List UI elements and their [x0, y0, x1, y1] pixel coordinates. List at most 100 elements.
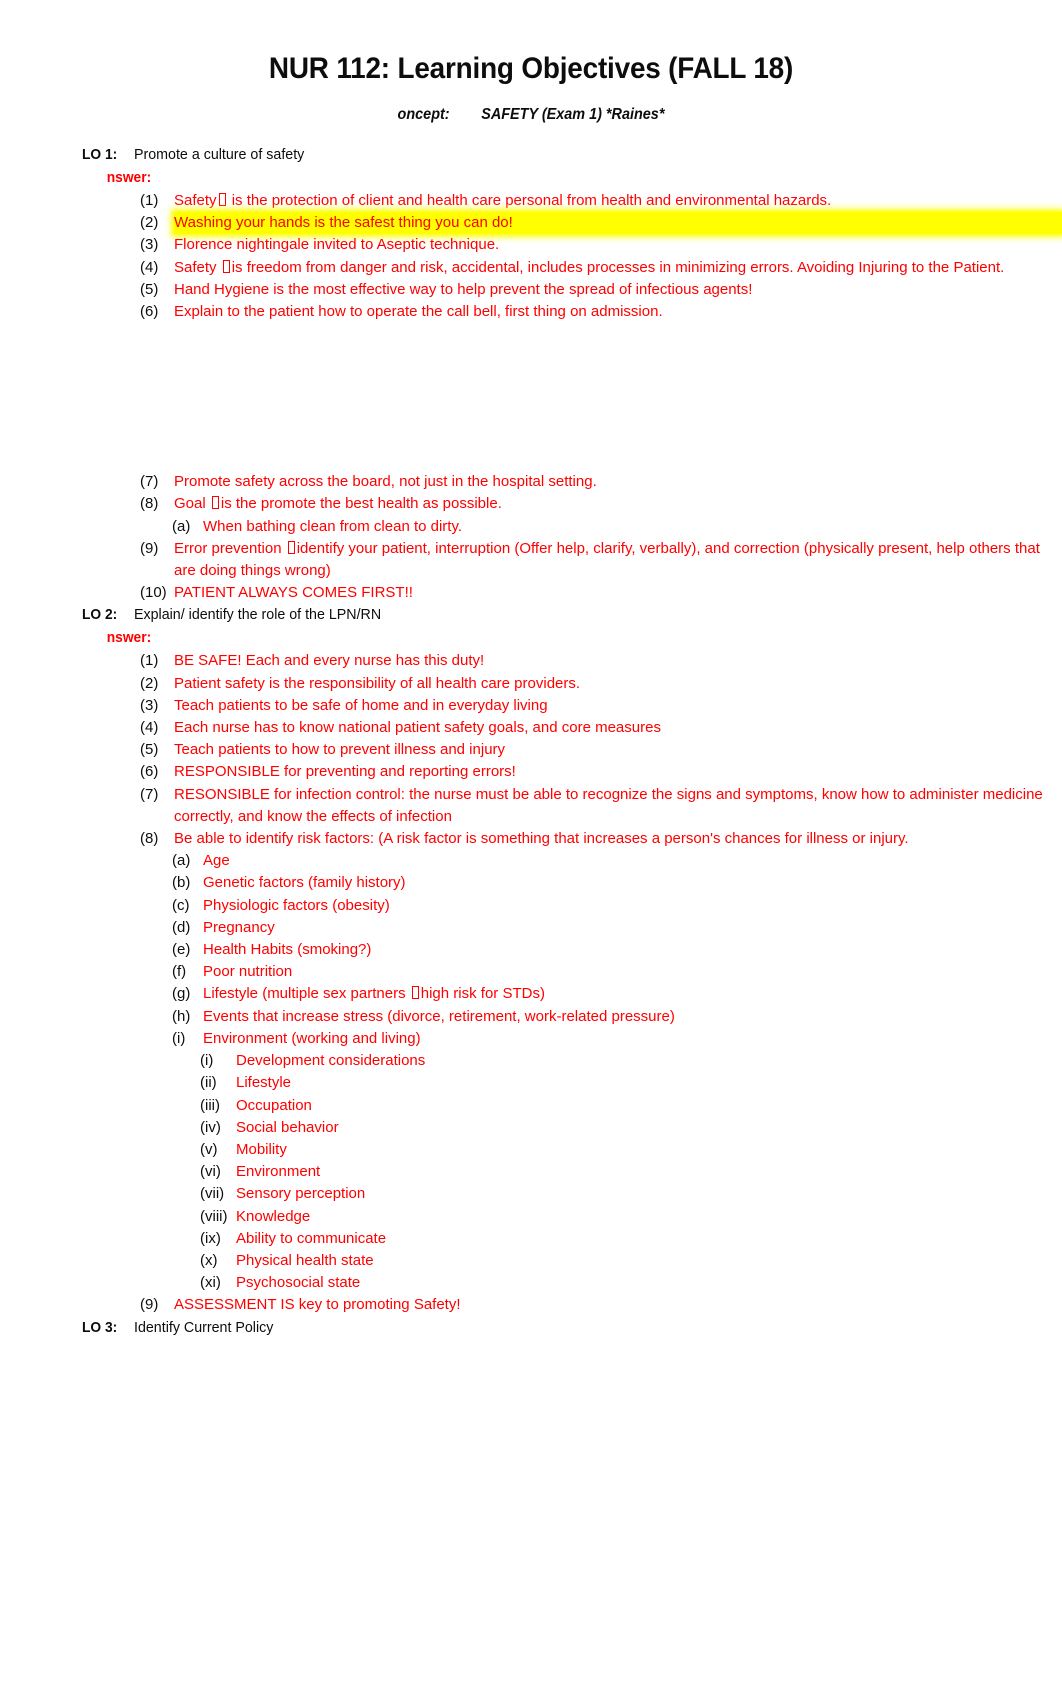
list-item: (vii) Sensory perception: [0, 1183, 1062, 1205]
list-marker: (g): [172, 985, 191, 1003]
list-item: (viii) Knowledge: [0, 1206, 1062, 1228]
list-marker: (v): [200, 1140, 218, 1158]
list-item-text: Each nurse has to know national patient …: [174, 719, 661, 737]
list-marker: (8): [140, 830, 159, 848]
objective-tag: LO 3:: [82, 1318, 118, 1336]
list-item-text: Physiologic factors (obesity): [203, 896, 390, 914]
list-marker: (f): [172, 963, 187, 981]
list-item-text: Patient safety is the responsibility of …: [174, 674, 581, 692]
list-marker: (viii): [200, 1207, 228, 1225]
list-marker: (10): [140, 584, 167, 602]
objective-heading-lo1: LO 1: Promote a culture of safety: [0, 144, 1062, 166]
answer-label-lo1: nswer:: [106, 169, 152, 186]
list-item-text: Environment (working and living): [203, 1029, 421, 1047]
list-item: (b) Genetic factors (family history): [0, 872, 1062, 894]
list-item-text: Safety is freedom from danger and risk, …: [174, 258, 1005, 276]
list-marker: (2): [140, 674, 159, 692]
list-item: (5) Hand Hygiene is the most effective wa…: [0, 279, 1062, 301]
list-item: (2) Patient safety is the responsibility …: [0, 673, 1062, 695]
list-marker: (4): [140, 719, 159, 737]
list-marker: (6): [140, 303, 159, 321]
concept-value: SAFETY (Exam 1) *Raines*: [481, 106, 665, 123]
list-marker: (9): [140, 1296, 159, 1314]
list-item: (i) Development considerations: [0, 1050, 1062, 1072]
missing-glyph-icon: [287, 540, 295, 554]
list-marker: (e): [172, 941, 191, 959]
list-marker: (ii): [200, 1074, 217, 1092]
list-item: (vi) Environment: [0, 1161, 1062, 1183]
list-item-text: Physical health state: [236, 1251, 374, 1269]
list-item: (iii) Occupation: [0, 1095, 1062, 1117]
list-item: (ix) Ability to communicate: [0, 1228, 1062, 1250]
list-marker: (7): [140, 473, 159, 491]
list-item-text: Pregnancy: [203, 918, 275, 936]
list-item-text: Environment: [236, 1163, 321, 1181]
list-marker: (ix): [200, 1229, 221, 1247]
missing-glyph-icon: [411, 986, 419, 1000]
list-item: (9) ASSESSMENT IS key to promoting Safety…: [0, 1294, 1062, 1316]
list-item-text: Teach patients to be safe of home and in…: [174, 696, 548, 714]
list-item-text: Be able to identify risk factors: (A ris…: [174, 830, 909, 848]
list-item: (1) Safety is the protection of client an…: [0, 190, 1062, 212]
list-item: (x) Physical health state: [0, 1250, 1062, 1272]
missing-glyph-icon: [222, 259, 230, 273]
list-item-text: Events that increase stress (divorce, re…: [203, 1007, 675, 1025]
list-item-text: Goal is the promote the best health as p…: [174, 495, 502, 513]
answer-list-lo2: (1) BE SAFE! Each and every nurse has thi…: [0, 650, 1062, 1316]
list-marker: (6): [140, 763, 159, 781]
list-marker: (a): [172, 852, 191, 870]
objective-heading-lo2: LO 2: Explain/ identify the role of the …: [0, 604, 1062, 626]
list-item: (6) RESPONSIBLE for preventing and report…: [0, 761, 1062, 783]
list-item-text: Age: [203, 852, 230, 870]
concept-line: oncept: SAFETY (Exam 1) *Raines*: [37, 86, 1025, 124]
list-marker: (x): [200, 1251, 218, 1269]
list-marker: (vi): [200, 1163, 221, 1181]
list-item-text: Lifestyle (multiple sex partners high ri…: [203, 985, 545, 1003]
list-item-text: Occupation: [236, 1096, 312, 1114]
list-item: (9) Error prevention identify your patien…: [0, 538, 1062, 582]
list-item-text: Ability to communicate: [236, 1229, 387, 1247]
list-item-text: Promote safety across the board, not jus…: [174, 473, 597, 491]
list-item-text: Florence nightingale invited to Aseptic …: [174, 236, 500, 254]
list-item: (a) When bathing clean from clean to dirt…: [0, 516, 1062, 538]
list-item: (iv) Social behavior: [0, 1117, 1062, 1139]
list-item: (4) Each nurse has to know national patie…: [0, 717, 1062, 739]
list-item-text: PATIENT ALWAYS COMES FIRST!!: [174, 584, 413, 602]
list-marker: (i): [172, 1029, 186, 1047]
list-item-text: Poor nutrition: [203, 963, 293, 981]
list-marker: (xi): [200, 1274, 221, 1292]
list-item: (2) Washing your hands is the safest thin…: [0, 212, 1062, 235]
list-item: (3) Florence nightingale invited to Asept…: [0, 234, 1062, 256]
list-marker: (8): [140, 495, 159, 513]
concept-label: oncept:: [397, 106, 450, 123]
list-item: (8) Be able to identify risk factors: (A …: [0, 828, 1062, 850]
answer-list-lo1-part2: (7) Promote safety across the board, not …: [0, 471, 1062, 604]
list-item-text: Mobility: [236, 1140, 287, 1158]
objective-tag: LO 1:: [82, 146, 118, 163]
list-marker: (iii): [200, 1096, 220, 1114]
list-marker: (3): [140, 696, 159, 714]
answer-label-lo2: nswer:: [106, 629, 152, 647]
list-marker: (vii): [200, 1185, 225, 1203]
list-item-text: Hand Hygiene is the most effective way t…: [174, 280, 753, 298]
list-item: (a) Age: [0, 850, 1062, 872]
list-item: (f) Poor nutrition: [0, 961, 1062, 983]
list-item-text: Sensory perception: [236, 1185, 366, 1203]
list-item-text: When bathing clean from clean to dirty.: [203, 517, 463, 535]
objective-tag: LO 2:: [82, 606, 118, 624]
list-item-text: ASSESSMENT IS key to promoting Safety!: [174, 1296, 461, 1314]
list-marker: (4): [140, 258, 159, 276]
list-item: (c) Physiologic factors (obesity): [0, 895, 1062, 917]
list-item-text: Health Habits (smoking?): [203, 941, 372, 959]
objective-text: Identify Current Policy: [134, 1318, 274, 1336]
objective-heading-lo3: LO 3: Identify Current Policy: [0, 1317, 1062, 1339]
list-item: (7) RESONSIBLE for infection control: the…: [0, 784, 1062, 828]
list-marker: (i): [200, 1052, 214, 1070]
list-item: (h) Events that increase stress (divorce,…: [0, 1006, 1062, 1028]
list-item-text: Genetic factors (family history): [203, 874, 406, 892]
list-marker: (2): [140, 214, 159, 232]
list-item: (8) Goal is the promote the best health a…: [0, 493, 1062, 515]
list-marker: (a): [172, 517, 191, 535]
page-title: NUR 112: Learning Objectives (FALL 18): [268, 52, 794, 85]
list-marker: (h): [172, 1007, 191, 1025]
